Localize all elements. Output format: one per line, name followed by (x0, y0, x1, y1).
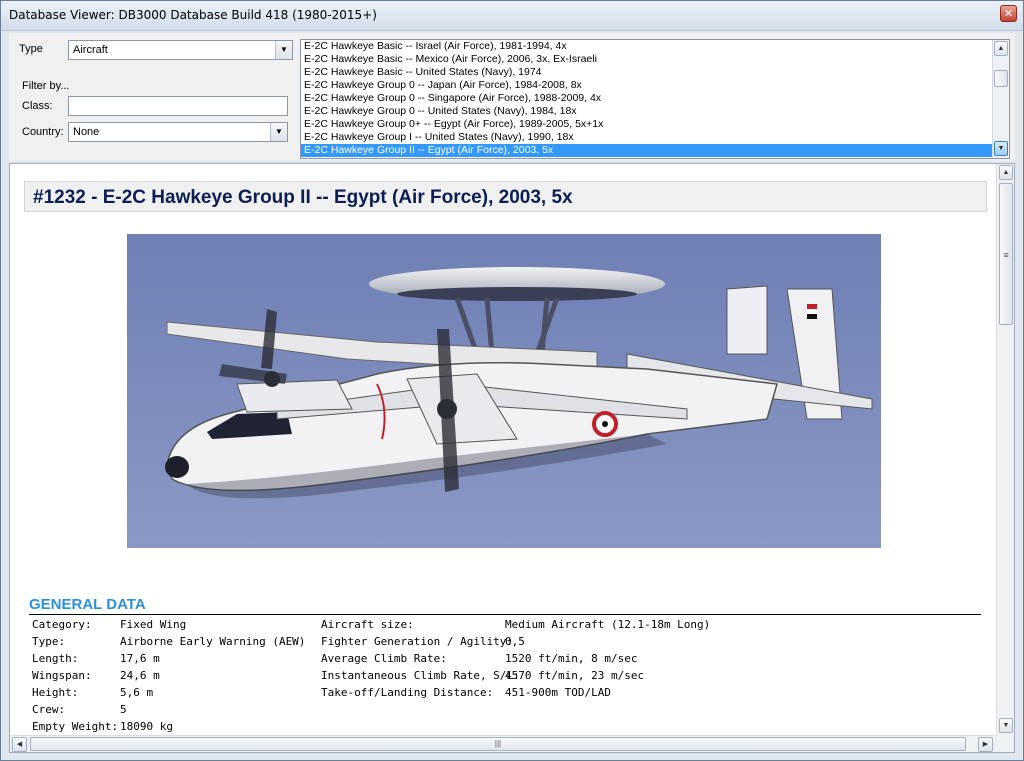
list-item[interactable]: E-2C Hawkeye Group 0 -- Japan (Air Force… (301, 79, 1009, 92)
list-scroll-thumb[interactable] (994, 70, 1008, 87)
data-value: 5 (120, 703, 127, 716)
list-scrollbar[interactable]: ▲ ▼ (992, 40, 1009, 158)
data-label: Category: (32, 618, 92, 631)
grip-icon: ≡ (1003, 250, 1009, 260)
data-label: Empty Weight: (32, 720, 119, 733)
detail-horizontal-scrollbar[interactable]: ◀ ||| ▶ (10, 735, 998, 752)
scroll-down-icon[interactable]: ▼ (999, 718, 1013, 733)
chevron-down-icon[interactable]: ▼ (275, 41, 292, 59)
scroll-corner (996, 735, 1014, 752)
data-value: 17,6 m (120, 652, 160, 665)
horizontal-scroll-thumb[interactable]: ||| (30, 737, 966, 751)
data-value: Fixed Wing (120, 618, 187, 631)
data-label: Average Climb Rate: (321, 652, 447, 665)
class-input[interactable] (68, 96, 288, 116)
type-label: Type (19, 43, 43, 55)
scroll-down-icon[interactable]: ▼ (994, 141, 1008, 156)
data-label: Take-off/Landing Distance: (321, 686, 494, 699)
section-divider (29, 614, 981, 615)
data-label: Aircraft size: (321, 618, 414, 631)
title-bar[interactable]: Database Viewer: DB3000 Database Build 4… (1, 1, 1023, 31)
data-label: Type: (32, 635, 66, 648)
list-item[interactable]: E-2C Hawkeye Basic -- Mexico (Air Force)… (301, 53, 1009, 66)
scroll-up-icon[interactable]: ▲ (994, 41, 1008, 56)
country-dropdown[interactable]: None ▼ (68, 122, 288, 142)
general-data-title: GENERAL DATA (29, 596, 146, 613)
class-input-value (69, 97, 287, 103)
country-label: Country: (22, 126, 64, 138)
type-dropdown[interactable]: Aircraft ▼ (68, 40, 293, 60)
filter-by-label: Filter by... (22, 80, 70, 92)
detail-heading: #1232 - E-2C Hawkeye Group II -- Egypt (… (33, 187, 573, 208)
detail-vertical-scrollbar[interactable]: ▲ ≡ ▼ (996, 164, 1014, 736)
data-value: 5,6 m (120, 686, 154, 699)
data-value: 4570 ft/min, 23 m/sec (505, 669, 645, 682)
data-value: 0,5 (505, 635, 525, 648)
detail-scroll-thumb[interactable]: ≡ (999, 183, 1013, 325)
data-label: Fighter Generation / Agility: (321, 635, 514, 648)
detail-panel: #1232 - E-2C Hawkeye Group II -- Egypt (… (9, 163, 1015, 753)
data-value: Airborne Early Warning (AEW) (120, 635, 306, 648)
list-item[interactable]: E-2C Hawkeye Group 0+ -- Egypt (Air Forc… (301, 118, 1009, 131)
data-label: Height: (32, 686, 79, 699)
list-item[interactable]: E-2C Hawkeye Group I -- United States (N… (301, 131, 1009, 144)
scroll-up-icon[interactable]: ▲ (999, 165, 1013, 180)
list-item[interactable]: E-2C Hawkeye Basic -- Israel (Air Force)… (301, 40, 1009, 53)
data-value: Medium Aircraft (12.1-18m Long) (505, 618, 711, 631)
detail-heading-box: #1232 - E-2C Hawkeye Group II -- Egypt (… (24, 181, 987, 212)
data-label: Wingspan: (32, 669, 92, 682)
type-dropdown-value: Aircraft (73, 44, 108, 56)
grip-icon: ||| (494, 739, 502, 748)
aircraft-list-items: E-2C Hawkeye Basic -- Israel (Air Force)… (301, 40, 1009, 157)
data-value: 18090 kg (120, 720, 173, 733)
list-item[interactable]: E-2C Hawkeye Group 0 -- Singapore (Air F… (301, 92, 1009, 105)
data-value: 451-900m TOD/LAD (505, 686, 611, 699)
list-item[interactable]: E-2C Hawkeye Group 0 -- United States (N… (301, 105, 1009, 118)
list-item[interactable]: E-2C Hawkeye Group II -- Egypt (Air Forc… (301, 144, 1009, 157)
data-label: Instantaneous Climb Rate, S/L: (321, 669, 520, 682)
data-value: 1520 ft/min, 8 m/sec (505, 652, 638, 665)
close-button[interactable]: ✕ (1000, 5, 1017, 22)
data-value: 24,6 m (120, 669, 160, 682)
close-icon: ✕ (1003, 7, 1014, 20)
database-viewer-window: Database Viewer: DB3000 Database Build 4… (0, 0, 1024, 761)
window-title: Database Viewer: DB3000 Database Build 4… (9, 8, 377, 22)
scroll-left-icon[interactable]: ◀ (12, 737, 27, 752)
aircraft-photo (127, 234, 881, 548)
data-label: Crew: (32, 703, 66, 716)
aircraft-list[interactable]: E-2C Hawkeye Basic -- Israel (Air Force)… (300, 39, 1010, 159)
scroll-right-icon[interactable]: ▶ (978, 737, 993, 752)
chevron-down-icon[interactable]: ▼ (270, 123, 287, 141)
country-dropdown-value: None (73, 126, 100, 138)
data-label: Length: (32, 652, 79, 665)
list-item[interactable]: E-2C Hawkeye Basic -- United States (Nav… (301, 66, 1009, 79)
filter-panel: Type Aircraft ▼ Filter by... Class: Coun… (9, 33, 1015, 161)
class-label: Class: (22, 100, 53, 112)
